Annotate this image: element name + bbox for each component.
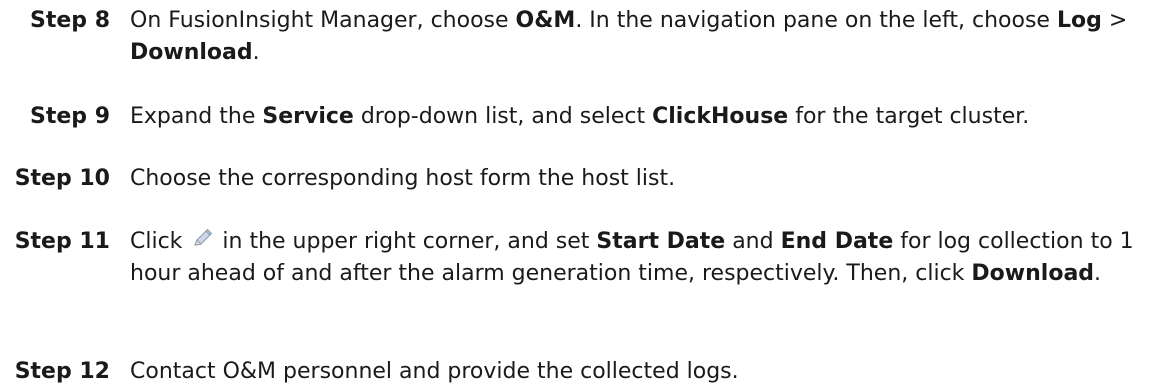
step-label: Step 8 bbox=[30, 8, 110, 33]
pencil-edit-icon bbox=[191, 228, 213, 250]
step-label: Step 10 bbox=[14, 166, 110, 191]
step-text: Contact O&M personnel and provide the co… bbox=[130, 359, 739, 384]
step-text: Expand the Service drop-down list, and s… bbox=[130, 104, 1030, 129]
step-text: Choose the corresponding host form the h… bbox=[130, 166, 676, 191]
step-text: Click in the upper right corner, and set… bbox=[130, 228, 1134, 286]
step-label: Step 9 bbox=[30, 104, 110, 129]
step-label: Step 12 bbox=[14, 359, 110, 384]
step-label: Step 11 bbox=[14, 229, 110, 254]
step-text: On FusionInsight Manager, choose O&M. In… bbox=[130, 8, 1128, 65]
